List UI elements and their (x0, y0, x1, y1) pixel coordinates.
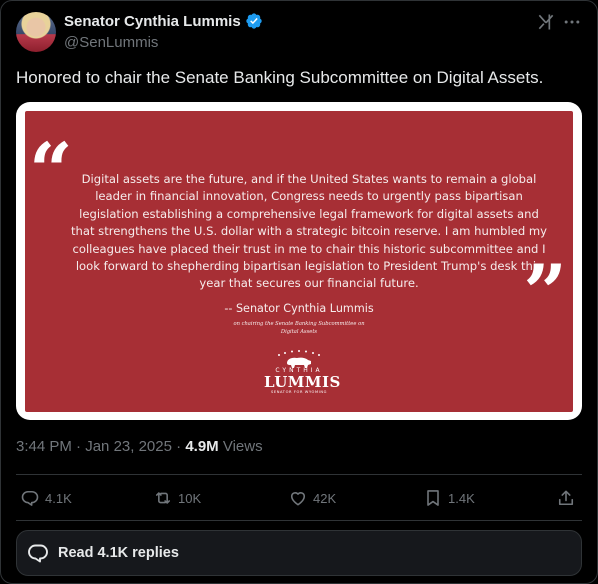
divider (16, 520, 582, 521)
tweet-text: Honored to chair the Senate Banking Subc… (16, 68, 544, 87)
share-button[interactable] (556, 486, 576, 510)
repost-icon (155, 492, 171, 504)
action-bar: 4.1K 10K 42K 1.4K (16, 486, 582, 510)
tweet-time[interactable]: 3:44 PM (16, 438, 72, 455)
views-label: Views (218, 438, 263, 455)
author-avatar[interactable] (16, 12, 56, 52)
reply-count: 4.1K (45, 490, 72, 506)
repost-button[interactable]: 10K (153, 486, 201, 510)
bookmark-count: 1.4K (448, 490, 475, 506)
author-name-row: Senator Cynthia Lummis (64, 12, 263, 30)
read-replies-label: Read 4.1K replies (58, 545, 179, 561)
reply-bubble-icon (28, 544, 48, 563)
tweet-meta: 3:44 PM · Jan 23, 2025 · 4.9M Views (16, 438, 263, 455)
quote-line: look forward to shepherding bipartisan l… (75, 259, 543, 274)
reply-icon (21, 490, 39, 506)
heart-icon (290, 492, 306, 506)
author-display-name[interactable]: Senator Cynthia Lummis (64, 13, 241, 30)
quote-line: legislation establishing a comprehensive… (79, 206, 539, 221)
close-quote-mark: ” (523, 248, 567, 337)
quote-line: leader in financial innovation, Congress… (95, 189, 523, 204)
quote-line: year that secures our financial future. (199, 276, 419, 291)
like-button[interactable]: 42K (288, 486, 336, 510)
author-handle[interactable]: @SenLummis (64, 34, 158, 51)
verified-badge-icon (246, 13, 262, 29)
quote-line: Digital assets are the future, and if th… (81, 172, 537, 186)
quote-attribution-context: on chairing the Senate Banking Subcommit… (25, 321, 573, 336)
logo-tagline: SENATOR FOR WYOMING (270, 390, 328, 394)
quote-graphic: “ Digital assets are the future, and if … (25, 111, 573, 412)
quote-body: Digital assets are the future, and if th… (59, 171, 559, 293)
tweet-date[interactable]: Jan 23, 2025 (85, 438, 172, 455)
quote-line: colleagues have placed their trust in me… (72, 241, 546, 256)
lummis-logo: CYNTHIA LUMMIS SENATOR FOR WYOMING (264, 349, 341, 401)
attribution-context-line: on chairing the Senate Banking Subcommit… (233, 321, 365, 327)
read-replies-button[interactable]: Read 4.1K replies (16, 530, 582, 576)
share-icon (558, 490, 574, 506)
like-count: 42K (313, 490, 337, 506)
more-options-icon[interactable] (562, 12, 582, 32)
meta-separator: · (71, 438, 86, 455)
meta-separator: · (171, 438, 186, 455)
bookmark-button[interactable]: 1.4K (423, 486, 475, 510)
bookmark-icon (427, 490, 439, 506)
repost-count: 10K (178, 490, 202, 506)
divider (16, 474, 582, 475)
tweet-media-image[interactable]: “ Digital assets are the future, and if … (16, 102, 582, 420)
views-count: 4.9M (185, 438, 219, 455)
logo-last-name: LUMMIS (264, 373, 341, 391)
quote-line: that strengthens the U.S. dollar with a … (70, 224, 548, 239)
attribution-context-line: Digital Assets (280, 328, 318, 335)
grok-icon[interactable] (536, 12, 556, 32)
reply-button[interactable]: 4.1K (20, 486, 72, 510)
quote-attribution: -- Senator Cynthia Lummis (224, 302, 374, 315)
